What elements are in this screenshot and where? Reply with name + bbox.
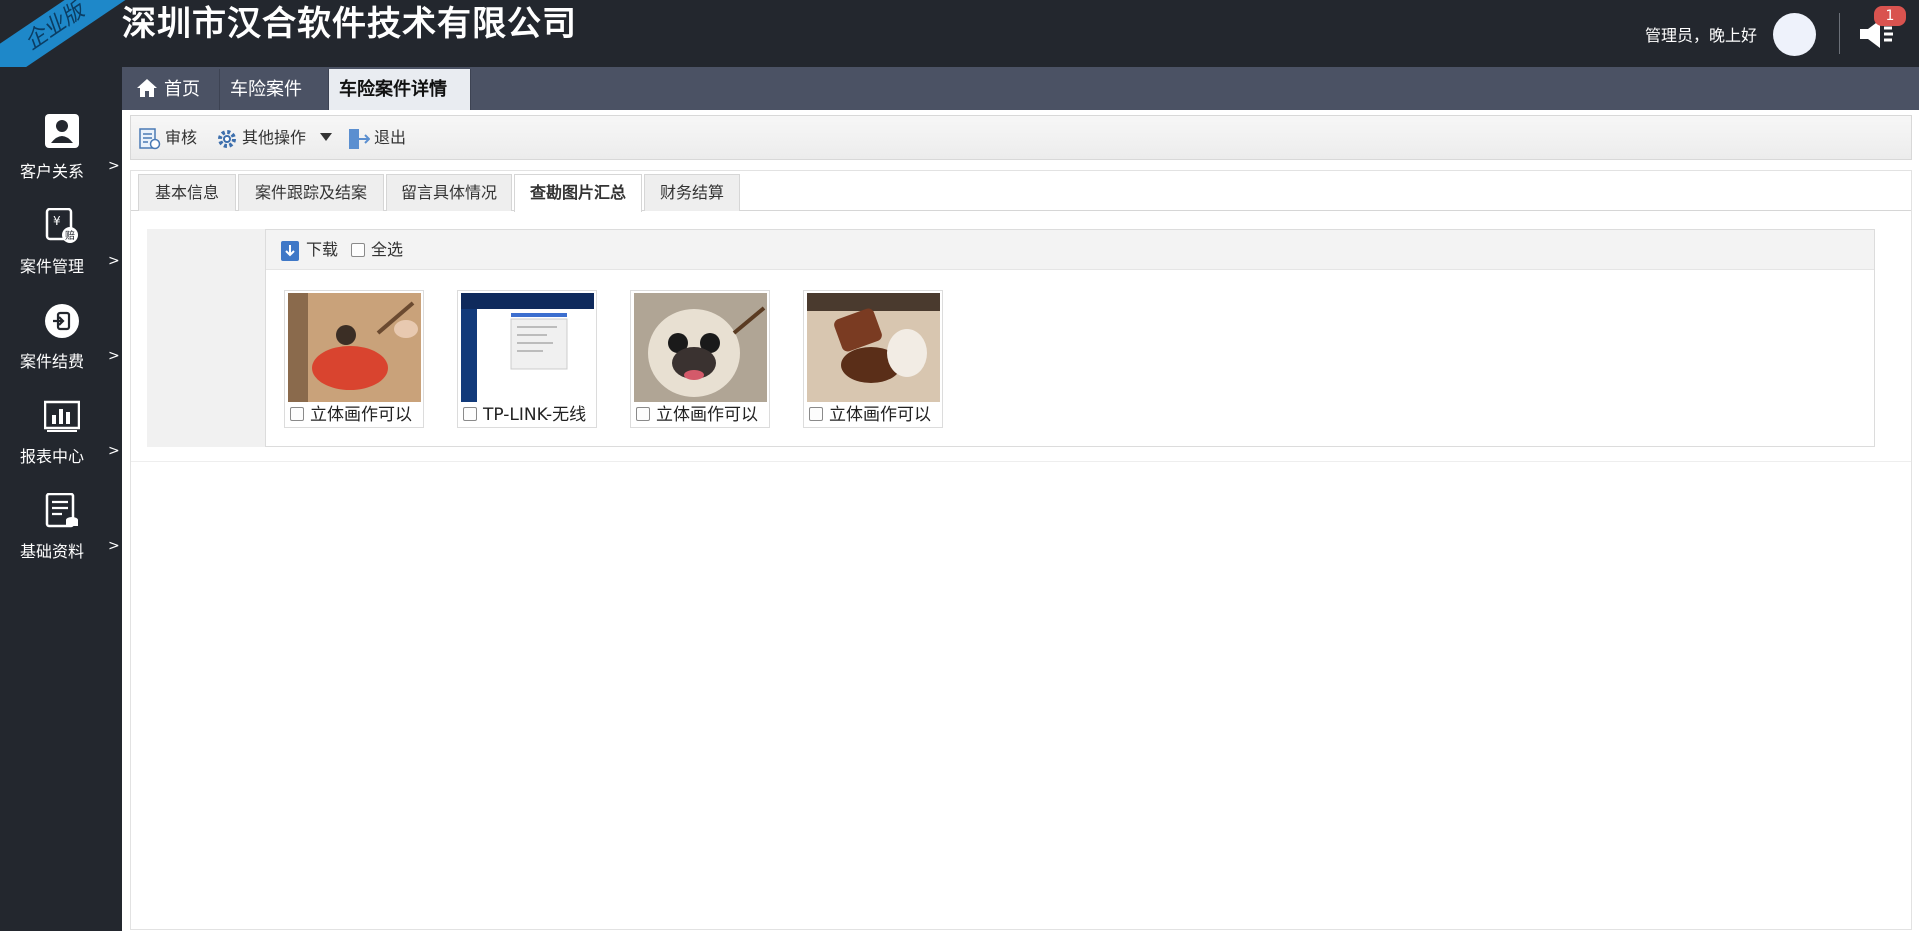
avatar[interactable] xyxy=(1773,13,1816,56)
sidebar-item-report-center[interactable]: 报表中心 > xyxy=(0,398,122,488)
chevron-right-icon: > xyxy=(108,348,120,364)
photo-caption[interactable]: 立体画作可以 xyxy=(636,403,768,427)
caret-down-icon xyxy=(320,133,333,141)
exit-button[interactable]: 退出 xyxy=(348,127,406,149)
detail-tab-strip: 基本信息 案件跟踪及结案 留言具体情况 查勘图片汇总 财务结算 xyxy=(131,171,1911,212)
sidebar-item-label: 基础资料 xyxy=(20,542,85,561)
tab-survey-photos[interactable]: 查勘图片汇总 xyxy=(514,174,642,212)
other-operations-label: 其他操作 xyxy=(242,128,307,147)
chevron-right-icon: > xyxy=(108,253,120,269)
photo-thumbnail[interactable]: 立体画作可以 xyxy=(284,290,424,428)
photo-caption-text: TP-LINK-无线 xyxy=(483,405,587,425)
svg-text:赔: 赔 xyxy=(65,229,75,242)
photo-thumbnail[interactable]: 立体画作可以 xyxy=(803,290,943,428)
report-chart-icon xyxy=(44,400,80,432)
case-detail-panel: 基本信息 案件跟踪及结案 留言具体情况 查勘图片汇总 财务结算 下载 全选 立体… xyxy=(130,170,1912,930)
user-greeting: 管理员，晚上好 xyxy=(1645,26,1758,45)
notification-badge[interactable]: 1 xyxy=(1874,6,1906,26)
page-tab-bar: 首页 车险案件× 车险案件详情× xyxy=(122,67,1919,141)
page-tab-label: 车险案件详情 xyxy=(339,79,447,100)
chevron-right-icon: > xyxy=(108,443,120,459)
sidebar: 客户关系 > ¥ 赔 案件管理 > 案件结费 > 报表中心 > 基础资料 > xyxy=(0,67,122,931)
download-button[interactable]: 下载 xyxy=(280,239,338,262)
sidebar-item-case-settlement[interactable]: 案件结费 > xyxy=(0,303,122,393)
checkbox[interactable] xyxy=(290,407,304,421)
other-operations-dropdown[interactable]: 其他操作 xyxy=(216,127,333,149)
sidebar-item-case-management[interactable]: ¥ 赔 案件管理 > xyxy=(0,208,122,298)
photo-caption-text: 立体画作可以 xyxy=(310,405,412,425)
tab-message-details[interactable]: 留言具体情况 xyxy=(386,174,512,211)
photo-caption-text: 立体画作可以 xyxy=(656,405,758,425)
sidebar-item-label: 案件管理 xyxy=(20,257,85,276)
page-tab-label: 首页 xyxy=(164,79,200,100)
photo-caption[interactable]: 立体画作可以 xyxy=(290,403,422,427)
company-name: 深圳市汉合软件技术有限公司 xyxy=(122,4,577,44)
page-tab-auto-insurance-cases[interactable]: 车险案件× xyxy=(220,69,329,141)
photo-thumbnail[interactable]: TP-LINK-无线 xyxy=(457,290,597,428)
checkbox[interactable] xyxy=(636,407,650,421)
top-header: 企业版 深圳市汉合软件技术有限公司 管理员，晚上好 1 xyxy=(0,0,1919,89)
sidebar-item-label: 案件结费 xyxy=(20,352,85,371)
photo-caption[interactable]: TP-LINK-无线 xyxy=(463,403,595,427)
sidebar-item-label: 客户关系 xyxy=(20,162,85,181)
checkbox[interactable] xyxy=(351,242,365,257)
header-divider xyxy=(1839,13,1840,54)
photos-section: 下载 全选 立体画作可以 TP-LINK-无线 立体画作可以 立体画作可以 xyxy=(147,229,1875,447)
home-icon xyxy=(137,79,157,97)
tab-case-tracking[interactable]: 案件跟踪及结案 xyxy=(238,174,384,211)
chevron-right-icon: > xyxy=(108,158,120,174)
action-toolbar: 审核 其他操作 退出 xyxy=(130,115,1912,160)
checkbox[interactable] xyxy=(809,407,823,421)
sidebar-item-base-data[interactable]: 基础资料 > xyxy=(0,493,122,583)
data-list-icon xyxy=(45,493,78,528)
svg-text:¥: ¥ xyxy=(53,214,61,228)
photo-caption-text: 立体画作可以 xyxy=(829,405,931,425)
download-label: 下载 xyxy=(306,240,339,259)
photo-caption[interactable]: 立体画作可以 xyxy=(809,403,941,427)
select-all-label: 全选 xyxy=(371,240,404,259)
sign-in-circle-icon xyxy=(45,304,79,338)
photo-image[interactable] xyxy=(288,293,421,402)
photos-panel: 下载 全选 立体画作可以 TP-LINK-无线 立体画作可以 立体画作可以 xyxy=(265,229,1875,447)
tab-basic-info[interactable]: 基本信息 xyxy=(138,174,236,211)
select-all-checkbox[interactable]: 全选 xyxy=(351,239,403,261)
claim-document-icon: ¥ 赔 xyxy=(45,208,78,243)
audit-label: 审核 xyxy=(165,128,198,147)
chevron-right-icon: > xyxy=(108,538,120,554)
page-tab-label: 车险案件 xyxy=(230,79,302,100)
audit-document-icon xyxy=(139,127,161,149)
photo-image[interactable] xyxy=(461,293,594,402)
photo-image[interactable] xyxy=(634,293,767,402)
audit-button[interactable]: 审核 xyxy=(139,127,197,149)
gear-icon xyxy=(218,129,236,148)
tab-financial-settlement[interactable]: 财务结算 xyxy=(644,174,740,211)
page-tab-case-detail[interactable]: 车险案件详情× xyxy=(329,69,471,141)
download-icon xyxy=(281,240,299,261)
photos-panel-header: 下载 全选 xyxy=(266,230,1874,270)
photo-thumbnail[interactable]: 立体画作可以 xyxy=(630,290,770,428)
sidebar-item-label: 报表中心 xyxy=(20,447,85,466)
checkbox[interactable] xyxy=(463,407,477,421)
photo-image[interactable] xyxy=(807,293,940,402)
sidebar-item-customer-relations[interactable]: 客户关系 > xyxy=(0,113,122,203)
exit-door-icon xyxy=(349,128,370,149)
exit-label: 退出 xyxy=(374,128,407,147)
section-divider xyxy=(131,461,1911,462)
contact-card-icon xyxy=(45,114,79,148)
page-tab-home[interactable]: 首页 xyxy=(126,69,220,110)
